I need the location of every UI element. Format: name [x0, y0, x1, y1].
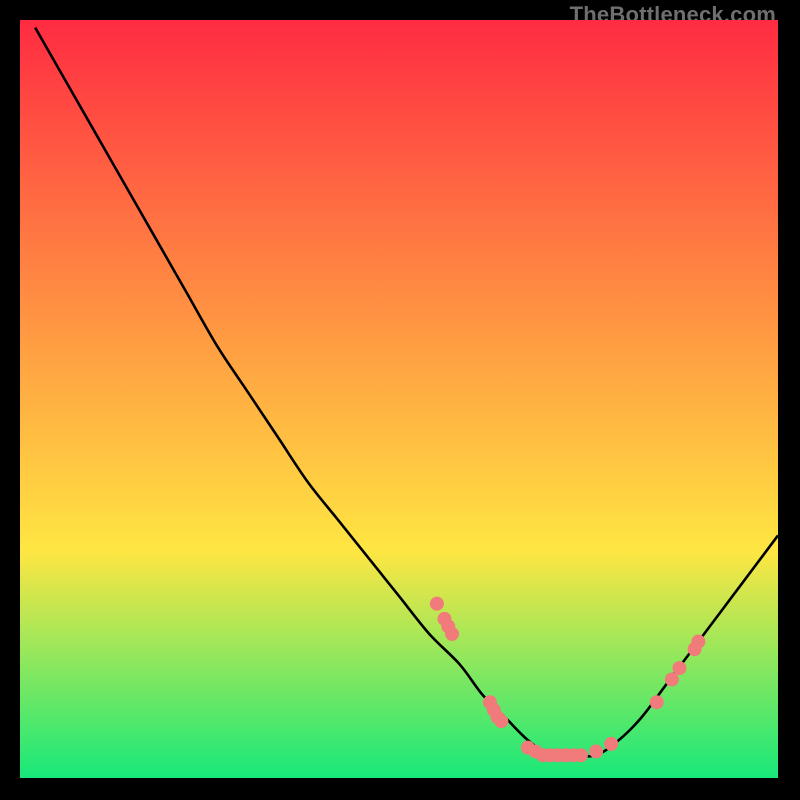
- highlight-point: [650, 695, 664, 709]
- highlight-point: [574, 748, 588, 762]
- highlight-point: [604, 737, 618, 751]
- highlight-point: [672, 661, 686, 675]
- chart-frame: [20, 20, 778, 778]
- gradient-background: [20, 20, 778, 778]
- highlight-point: [589, 744, 603, 758]
- highlight-point: [445, 627, 459, 641]
- highlight-point: [691, 635, 705, 649]
- highlight-point: [494, 714, 508, 728]
- highlight-point: [430, 597, 444, 611]
- highlight-point: [665, 672, 679, 686]
- bottleneck-chart: [20, 20, 778, 778]
